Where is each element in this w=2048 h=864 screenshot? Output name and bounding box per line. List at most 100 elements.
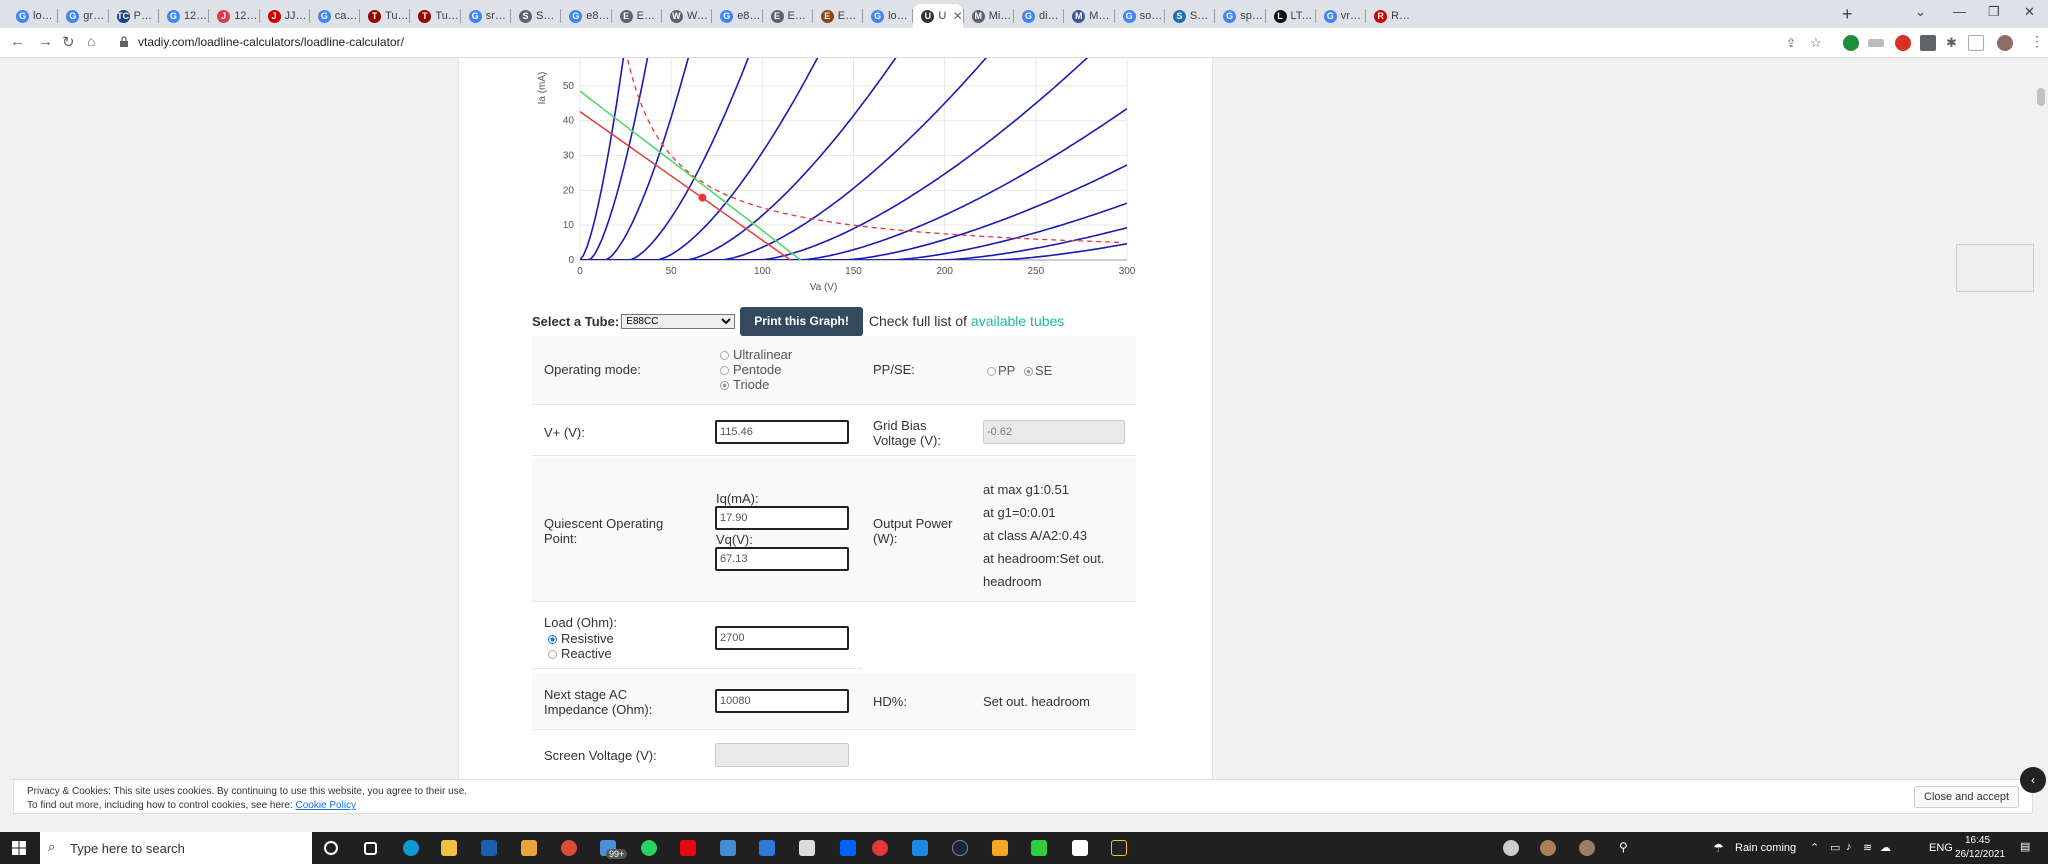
vlc-icon[interactable] <box>992 840 1008 856</box>
load-resistive-option[interactable]: Resistive <box>548 631 614 646</box>
share-icon[interactable]: ⇪ <box>1786 36 1796 50</box>
browser-tab[interactable]: TCPS-15 & <box>109 4 158 28</box>
app-icon[interactable] <box>1072 840 1088 856</box>
reload-icon[interactable]: ↻ <box>62 33 75 51</box>
browser-tab[interactable]: Gcathod <box>310 4 359 28</box>
browser-tab[interactable]: S SRPP_B <box>511 4 560 28</box>
app-icon[interactable] <box>1031 840 1047 856</box>
lock-icon[interactable] <box>119 36 129 47</box>
chrome-icon[interactable] <box>561 840 577 856</box>
chevron-left-icon[interactable]: ‹ <box>2020 767 2046 793</box>
grid-bias-input[interactable]: -0.62 <box>983 420 1125 444</box>
whatsapp-icon[interactable] <box>641 840 657 856</box>
extension-icon[interactable] <box>1868 39 1884 47</box>
media-player-icon[interactable] <box>872 840 888 856</box>
minimize-button[interactable]: — <box>1953 4 1966 19</box>
browser-tab[interactable]: TTube B <box>410 4 460 28</box>
radio-icon[interactable] <box>720 351 729 361</box>
load-input[interactable]: 2700 <box>715 626 849 650</box>
windows-start-icon[interactable] <box>12 841 26 855</box>
scrollbar[interactable] <box>2034 58 2048 788</box>
iq-input[interactable]: 17.90 <box>715 506 849 530</box>
notifications-icon[interactable]: ▤ <box>2020 840 2030 853</box>
floating-widget[interactable] <box>1956 244 2034 292</box>
browser-tab[interactable]: Gdiyaudi <box>1014 4 1063 28</box>
task-view-icon[interactable] <box>364 842 377 855</box>
url-bar[interactable]: vtadiy.com/loadline-calculators/loadline… <box>138 35 404 49</box>
radio-icon[interactable] <box>987 367 996 377</box>
browser-tab[interactable]: UUni ✕ <box>913 4 963 28</box>
menu-kebab-icon[interactable]: ⋮ <box>2030 33 2044 50</box>
app-icon[interactable] <box>912 840 928 856</box>
weather-text[interactable]: Rain coming <box>1735 842 1796 854</box>
browser-tab[interactable]: Ge88cc d <box>561 4 611 28</box>
ltspice-icon[interactable] <box>799 840 815 856</box>
load-reactive-option[interactable]: Reactive <box>548 646 612 661</box>
browser-tab[interactable]: Ggratuit <box>58 4 108 28</box>
browser-tab[interactable]: LLTspice <box>1266 4 1315 28</box>
tube-select[interactable]: E88CC <box>621 313 736 329</box>
radio-icon[interactable] <box>1024 367 1033 377</box>
browser-tab[interactable]: Gloadlin <box>863 4 912 28</box>
app-icon[interactable] <box>1111 840 1127 856</box>
screen-voltage-input[interactable] <box>715 743 849 767</box>
mode-ultralinear[interactable]: Ultralinear <box>720 347 792 362</box>
new-tab-button[interactable]: + <box>1842 4 1853 25</box>
taskbar-search[interactable]: ⌕ Type here to search <box>40 832 312 864</box>
mode-pentode[interactable]: Pentode <box>720 362 781 377</box>
tab-search-icon[interactable]: ⌄ <box>1915 4 1926 20</box>
scrollbar-thumb[interactable] <box>2037 88 2045 106</box>
dropbox-icon[interactable] <box>840 840 856 856</box>
home-icon[interactable]: ⌂ <box>87 33 95 49</box>
browser-tab[interactable]: G12ax7 c <box>159 4 208 28</box>
radio-icon[interactable] <box>720 381 729 391</box>
radio-icon[interactable] <box>720 366 729 376</box>
puzzle-icon[interactable]: ✱ <box>1946 35 1957 51</box>
browser-tab[interactable]: Gspice tu <box>1215 4 1264 28</box>
people-icon[interactable]: ⚲ <box>1619 840 1628 854</box>
volume-icon[interactable]: ♪ <box>1846 841 1852 853</box>
back-icon[interactable]: ← <box>10 33 25 50</box>
language-indicator[interactable]: ENG <box>1929 842 1953 854</box>
edge-icon[interactable] <box>403 840 419 856</box>
browser-tab[interactable]: Gsowter <box>1115 4 1164 28</box>
store-icon[interactable] <box>481 840 497 856</box>
radio-icon[interactable] <box>548 635 557 645</box>
mode-triode[interactable]: Triode <box>720 377 769 392</box>
browser-tab[interactable]: EE88CC <box>612 4 661 28</box>
calculator-icon[interactable] <box>720 840 736 856</box>
browser-tab[interactable]: Gsrpp va <box>461 4 510 28</box>
avatar[interactable] <box>1579 840 1595 856</box>
reading-list-icon[interactable] <box>1968 35 1984 51</box>
available-tubes-link[interactable]: available tubes <box>971 313 1064 329</box>
extension-icon[interactable] <box>1895 35 1911 51</box>
browser-tab[interactable]: EE88CC <box>763 4 812 28</box>
app-icon[interactable] <box>521 840 537 856</box>
browser-tab[interactable]: RRMS Vo <box>1366 4 1415 28</box>
app-icon[interactable] <box>759 840 775 856</box>
chevron-up-icon[interactable]: ⌃ <box>1810 841 1819 854</box>
browser-tab[interactable]: MMicros <box>964 4 1013 28</box>
restore-button[interactable]: ❐ <box>1988 4 2000 20</box>
browser-tab[interactable]: SSOWTE <box>1165 4 1214 28</box>
close-tab-icon[interactable]: ✕ <box>953 9 963 23</box>
forward-icon[interactable]: → <box>38 33 53 50</box>
extension-icon[interactable] <box>1843 35 1859 51</box>
cortana-icon[interactable] <box>324 841 338 855</box>
onedrive-icon[interactable]: ☁ <box>1880 841 1891 854</box>
browser-tab[interactable]: Ge88cc d <box>712 4 761 28</box>
extension-icon[interactable] <box>1920 35 1936 51</box>
avatar[interactable] <box>1503 840 1519 856</box>
bookmark-star-icon[interactable]: ☆ <box>1810 35 1822 51</box>
file-explorer-icon[interactable] <box>441 840 457 856</box>
browser-tab[interactable]: Gloadlin <box>8 4 57 28</box>
netflix-icon[interactable] <box>680 840 696 856</box>
browser-tab[interactable]: WWatford <box>662 4 711 28</box>
vplus-input[interactable]: 115.46 <box>715 420 849 444</box>
print-graph-button[interactable]: Print this Graph! <box>740 306 863 336</box>
browser-tab[interactable]: MMy Nei <box>1064 4 1114 28</box>
clock-date[interactable]: 26/12/2021 <box>1955 849 2005 860</box>
wifi-icon[interactable]: ≋ <box>1863 841 1872 854</box>
clock-time[interactable]: 16:45 <box>1965 835 1990 846</box>
radio-icon[interactable] <box>548 650 557 660</box>
